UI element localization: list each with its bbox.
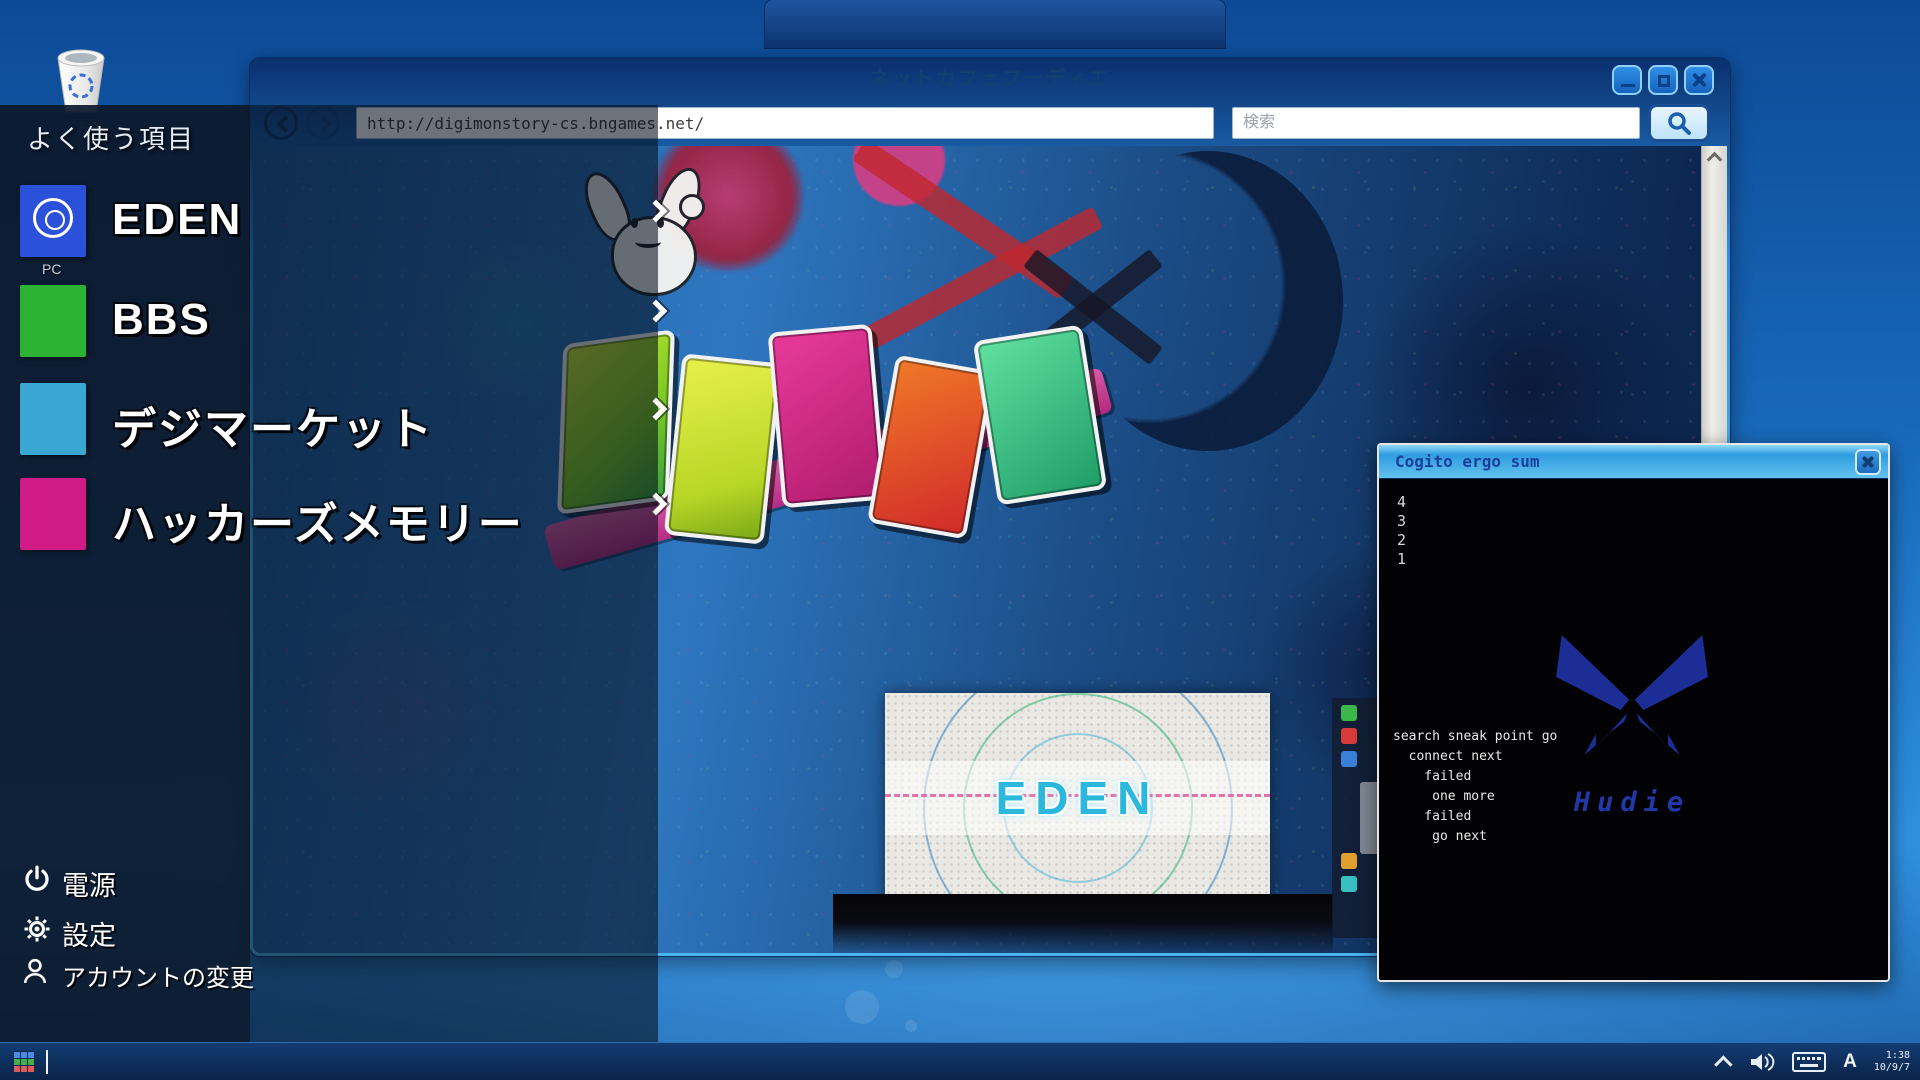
menu-footer-label: アカウントの変更 bbox=[62, 958, 254, 993]
panel-chip bbox=[1341, 728, 1357, 744]
eden-emblem-icon bbox=[33, 198, 73, 238]
taskbar: A 1:38 10/9/7 bbox=[0, 1042, 1920, 1080]
scroll-up-icon bbox=[1707, 152, 1723, 168]
minimize-button[interactable] bbox=[1612, 65, 1642, 95]
menu-item-digimarket[interactable]: デジマーケット bbox=[0, 383, 700, 461]
menu-footer-label: 設定 bbox=[62, 914, 116, 953]
menu-item-label: ハッカーズメモリー bbox=[112, 488, 524, 552]
start-menu: よく使う項目 EDEN PC BBS デジマーケット ハッカーズメモリー 電源 bbox=[0, 105, 720, 1042]
search-button[interactable] bbox=[1648, 104, 1710, 142]
wallpaper-bubble bbox=[845, 990, 879, 1024]
panel-chip bbox=[1341, 876, 1357, 892]
start-menu-header: よく使う項目 bbox=[27, 119, 195, 156]
eden-banner-text: EDEN bbox=[885, 771, 1270, 825]
terminal-titlebar[interactable]: Cogito ergo sum bbox=[1379, 445, 1888, 479]
panel-chip bbox=[1341, 705, 1357, 721]
menu-item-power[interactable]: 電源 bbox=[0, 862, 400, 902]
menu-item-label: EDEN bbox=[112, 195, 242, 245]
menu-footer-label: 電源 bbox=[62, 864, 116, 903]
ime-indicator[interactable]: A bbox=[1843, 1051, 1857, 1073]
browser-title: ネットカフェフーディエ bbox=[870, 68, 1111, 90]
menu-item-eden[interactable]: EDEN PC bbox=[0, 185, 700, 263]
volume-icon[interactable] bbox=[1749, 1051, 1775, 1073]
menu-item-label: BBS bbox=[112, 295, 211, 345]
chevron-right-icon bbox=[645, 200, 668, 223]
wallpaper-bubble bbox=[905, 1020, 917, 1032]
graffiti-letter bbox=[768, 324, 887, 508]
eden-reflection bbox=[833, 894, 1333, 953]
terminal-close-button[interactable] bbox=[1855, 449, 1881, 475]
browser-titlebar[interactable]: ネットカフェフーディエ bbox=[250, 58, 1730, 98]
chevron-right-icon bbox=[645, 493, 668, 516]
maximize-button[interactable] bbox=[1648, 65, 1678, 95]
gear-icon bbox=[22, 914, 52, 944]
hudie-logo-text: Hudie bbox=[1537, 787, 1727, 818]
bbs-tile-icon bbox=[20, 285, 86, 357]
terminal-log: search sneak point go connect next faile… bbox=[1393, 727, 1557, 847]
butterfly-icon bbox=[1537, 620, 1727, 785]
menu-item-label: デジマーケット bbox=[112, 393, 434, 457]
hudie-logo: Hudie bbox=[1537, 620, 1727, 820]
menu-item-hackers-memory[interactable]: ハッカーズメモリー bbox=[0, 478, 700, 556]
search-input[interactable] bbox=[1232, 107, 1640, 139]
eden-tile-icon bbox=[20, 185, 86, 257]
menu-item-badge: PC bbox=[42, 261, 61, 277]
menu-item-bbs[interactable]: BBS bbox=[0, 285, 700, 363]
background-window[interactable] bbox=[765, 0, 1225, 48]
power-icon bbox=[22, 864, 52, 894]
terminal-title: Cogito ergo sum bbox=[1395, 452, 1540, 471]
system-tray: A 1:38 10/9/7 bbox=[1719, 1043, 1910, 1080]
menu-item-change-account[interactable]: アカウントの変更 bbox=[0, 954, 400, 994]
close-button[interactable] bbox=[1684, 65, 1714, 95]
panel-chip bbox=[1341, 853, 1357, 869]
keyboard-icon[interactable] bbox=[1792, 1052, 1826, 1072]
terminal-countdown: 4 3 2 1 bbox=[1397, 493, 1406, 569]
terminal-window: Cogito ergo sum 4 3 2 1 search sneak poi… bbox=[1377, 443, 1890, 982]
hackers-memory-tile-icon bbox=[20, 478, 86, 550]
taskbar-text-cursor bbox=[46, 1050, 48, 1074]
chevron-right-icon bbox=[645, 398, 668, 421]
menu-item-settings[interactable]: 設定 bbox=[0, 912, 400, 952]
panel-chip bbox=[1341, 751, 1357, 767]
clock-date: 10/9/7 bbox=[1874, 1062, 1910, 1074]
account-icon bbox=[22, 956, 48, 986]
digimarket-tile-icon bbox=[20, 383, 86, 455]
tray-expand-icon[interactable] bbox=[1714, 1055, 1732, 1073]
wallpaper-bubble bbox=[885, 960, 903, 978]
search-icon bbox=[1666, 110, 1692, 136]
eden-banner[interactable]: EDEN bbox=[885, 693, 1270, 900]
taskbar-clock[interactable]: 1:38 10/9/7 bbox=[1874, 1050, 1910, 1074]
chevron-right-icon bbox=[645, 300, 668, 323]
clock-time: 1:38 bbox=[1874, 1050, 1910, 1062]
start-button[interactable] bbox=[13, 1051, 35, 1073]
